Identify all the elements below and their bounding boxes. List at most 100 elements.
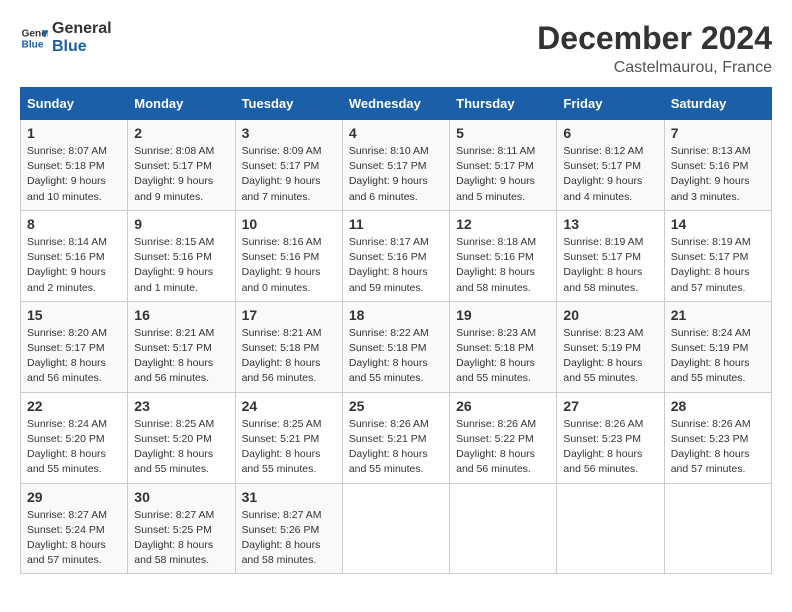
column-header-friday: Friday — [557, 88, 664, 120]
day-number: 3 — [242, 125, 336, 141]
day-info: Sunrise: 8:21 AM Sunset: 5:18 PM Dayligh… — [242, 326, 336, 387]
day-number: 2 — [134, 125, 228, 141]
day-number: 31 — [242, 489, 336, 505]
day-cell: 1 Sunrise: 8:07 AM Sunset: 5:18 PM Daylig… — [21, 120, 128, 211]
day-cell: 12 Sunrise: 8:18 AM Sunset: 5:16 PM Dayli… — [450, 210, 557, 301]
day-number: 30 — [134, 489, 228, 505]
day-info: Sunrise: 8:27 AM Sunset: 5:25 PM Dayligh… — [134, 508, 228, 569]
day-info: Sunrise: 8:25 AM Sunset: 5:21 PM Dayligh… — [242, 417, 336, 478]
svg-text:Blue: Blue — [22, 39, 44, 50]
day-cell: 8Sunrise: 8:14 AM Sunset: 5:16 PM Daylig… — [21, 210, 128, 301]
week-row-4: 22Sunrise: 8:24 AM Sunset: 5:20 PM Dayli… — [21, 392, 772, 483]
day-number: 11 — [349, 216, 443, 232]
day-cell: 29Sunrise: 8:27 AM Sunset: 5:24 PM Dayli… — [21, 483, 128, 574]
day-info: Sunrise: 8:20 AM Sunset: 5:17 PM Dayligh… — [27, 326, 121, 387]
column-header-saturday: Saturday — [664, 88, 771, 120]
day-cell — [450, 483, 557, 574]
day-cell: 25 Sunrise: 8:26 AM Sunset: 5:21 PM Dayli… — [342, 392, 449, 483]
day-info: Sunrise: 8:11 AM Sunset: 5:17 PM Dayligh… — [456, 144, 550, 205]
day-cell: 23 Sunrise: 8:25 AM Sunset: 5:20 PM Dayli… — [128, 392, 235, 483]
column-header-tuesday: Tuesday — [235, 88, 342, 120]
day-info: Sunrise: 8:09 AM Sunset: 5:17 PM Dayligh… — [242, 144, 336, 205]
calendar-table: SundayMondayTuesdayWednesdayThursdayFrid… — [20, 87, 772, 574]
day-cell: 9Sunrise: 8:15 AM Sunset: 5:16 PM Daylig… — [128, 210, 235, 301]
day-number: 23 — [134, 398, 228, 414]
day-info: Sunrise: 8:10 AM Sunset: 5:17 PM Dayligh… — [349, 144, 443, 205]
day-number: 20 — [563, 307, 657, 323]
day-info: Sunrise: 8:26 AM Sunset: 5:22 PM Dayligh… — [456, 417, 550, 478]
column-header-thursday: Thursday — [450, 88, 557, 120]
day-number: 21 — [671, 307, 765, 323]
week-row-3: 15 Sunrise: 8:20 AM Sunset: 5:17 PM Dayli… — [21, 301, 772, 392]
day-number: 29 — [27, 489, 121, 505]
week-row-2: 8Sunrise: 8:14 AM Sunset: 5:16 PM Daylig… — [21, 210, 772, 301]
day-number: 19 — [456, 307, 550, 323]
day-info: Sunrise: 8:19 AM Sunset: 5:17 PM Dayligh… — [671, 235, 765, 296]
day-info: Sunrise: 8:24 AM Sunset: 5:20 PM Dayligh… — [27, 417, 121, 478]
day-info: Sunrise: 8:14 AM Sunset: 5:16 PM Dayligh… — [27, 235, 121, 296]
day-number: 5 — [456, 125, 550, 141]
location-subtitle: Castelmaurou, France — [537, 59, 772, 77]
day-cell: 11Sunrise: 8:17 AM Sunset: 5:16 PM Dayli… — [342, 210, 449, 301]
day-number: 9 — [134, 216, 228, 232]
month-year-title: December 2024 — [537, 20, 772, 57]
day-info: Sunrise: 8:27 AM Sunset: 5:26 PM Dayligh… — [242, 508, 336, 569]
day-cell: 6Sunrise: 8:12 AM Sunset: 5:17 PM Daylig… — [557, 120, 664, 211]
day-cell — [342, 483, 449, 574]
logo-blue: Blue — [52, 38, 112, 56]
day-cell: 16 Sunrise: 8:21 AM Sunset: 5:17 PM Dayli… — [128, 301, 235, 392]
day-cell: 27 Sunrise: 8:26 AM Sunset: 5:23 PM Dayli… — [557, 392, 664, 483]
column-header-wednesday: Wednesday — [342, 88, 449, 120]
day-number: 16 — [134, 307, 228, 323]
day-number: 18 — [349, 307, 443, 323]
day-cell — [557, 483, 664, 574]
day-cell: 7 Sunrise: 8:13 AM Sunset: 5:16 PM Daylig… — [664, 120, 771, 211]
title-block: December 2024 Castelmaurou, France — [537, 20, 772, 77]
day-cell: 19 Sunrise: 8:23 AM Sunset: 5:18 PM Dayli… — [450, 301, 557, 392]
day-cell: 13 Sunrise: 8:19 AM Sunset: 5:17 PM Dayli… — [557, 210, 664, 301]
day-cell: 3 Sunrise: 8:09 AM Sunset: 5:17 PM Daylig… — [235, 120, 342, 211]
column-header-sunday: Sunday — [21, 88, 128, 120]
calendar-header-row: SundayMondayTuesdayWednesdayThursdayFrid… — [21, 88, 772, 120]
logo: General Blue General Blue — [20, 20, 112, 56]
day-info: Sunrise: 8:23 AM Sunset: 5:19 PM Dayligh… — [563, 326, 657, 387]
day-cell: 10Sunrise: 8:16 AM Sunset: 5:16 PM Dayli… — [235, 210, 342, 301]
day-cell: 22Sunrise: 8:24 AM Sunset: 5:20 PM Dayli… — [21, 392, 128, 483]
day-cell: 30 Sunrise: 8:27 AM Sunset: 5:25 PM Dayli… — [128, 483, 235, 574]
day-info: Sunrise: 8:19 AM Sunset: 5:17 PM Dayligh… — [563, 235, 657, 296]
day-number: 17 — [242, 307, 336, 323]
day-number: 14 — [671, 216, 765, 232]
day-number: 12 — [456, 216, 550, 232]
day-cell: 5 Sunrise: 8:11 AM Sunset: 5:17 PM Daylig… — [450, 120, 557, 211]
day-number: 26 — [456, 398, 550, 414]
day-info: Sunrise: 8:24 AM Sunset: 5:19 PM Dayligh… — [671, 326, 765, 387]
day-cell: 24Sunrise: 8:25 AM Sunset: 5:21 PM Dayli… — [235, 392, 342, 483]
page-header: General Blue General Blue December 2024 … — [20, 20, 772, 77]
day-info: Sunrise: 8:23 AM Sunset: 5:18 PM Dayligh… — [456, 326, 550, 387]
day-number: 15 — [27, 307, 121, 323]
logo-icon: General Blue — [20, 24, 48, 52]
day-info: Sunrise: 8:26 AM Sunset: 5:23 PM Dayligh… — [671, 417, 765, 478]
day-info: Sunrise: 8:12 AM Sunset: 5:17 PM Dayligh… — [563, 144, 657, 205]
day-info: Sunrise: 8:26 AM Sunset: 5:21 PM Dayligh… — [349, 417, 443, 478]
day-cell: 26 Sunrise: 8:26 AM Sunset: 5:22 PM Dayli… — [450, 392, 557, 483]
week-row-1: 1 Sunrise: 8:07 AM Sunset: 5:18 PM Daylig… — [21, 120, 772, 211]
day-cell — [664, 483, 771, 574]
week-row-5: 29Sunrise: 8:27 AM Sunset: 5:24 PM Dayli… — [21, 483, 772, 574]
day-cell: 31 Sunrise: 8:27 AM Sunset: 5:26 PM Dayli… — [235, 483, 342, 574]
day-number: 13 — [563, 216, 657, 232]
day-number: 25 — [349, 398, 443, 414]
day-number: 7 — [671, 125, 765, 141]
day-info: Sunrise: 8:13 AM Sunset: 5:16 PM Dayligh… — [671, 144, 765, 205]
day-cell: 21 Sunrise: 8:24 AM Sunset: 5:19 PM Dayli… — [664, 301, 771, 392]
day-number: 27 — [563, 398, 657, 414]
day-info: Sunrise: 8:18 AM Sunset: 5:16 PM Dayligh… — [456, 235, 550, 296]
day-info: Sunrise: 8:08 AM Sunset: 5:17 PM Dayligh… — [134, 144, 228, 205]
day-info: Sunrise: 8:26 AM Sunset: 5:23 PM Dayligh… — [563, 417, 657, 478]
day-cell: 17 Sunrise: 8:21 AM Sunset: 5:18 PM Dayli… — [235, 301, 342, 392]
day-info: Sunrise: 8:07 AM Sunset: 5:18 PM Dayligh… — [27, 144, 121, 205]
day-cell: 2 Sunrise: 8:08 AM Sunset: 5:17 PM Daylig… — [128, 120, 235, 211]
day-info: Sunrise: 8:21 AM Sunset: 5:17 PM Dayligh… — [134, 326, 228, 387]
day-number: 1 — [27, 125, 121, 141]
day-info: Sunrise: 8:25 AM Sunset: 5:20 PM Dayligh… — [134, 417, 228, 478]
